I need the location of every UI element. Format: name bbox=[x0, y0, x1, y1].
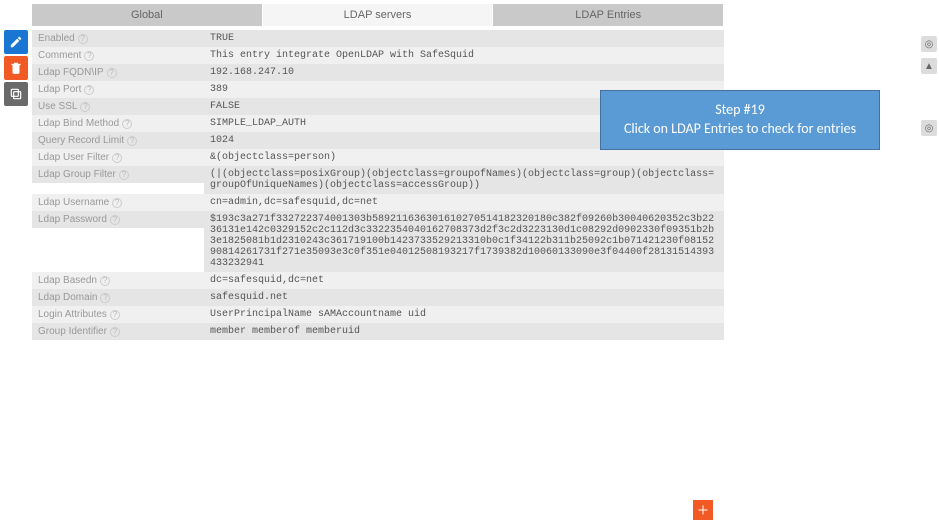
label-basedn: Ldap Basedn bbox=[38, 275, 97, 286]
scroll-controls: ◎ ▲ ◎ bbox=[919, 4, 939, 340]
copy-button[interactable] bbox=[4, 82, 28, 106]
help-icon[interactable]: ? bbox=[122, 119, 132, 129]
help-icon[interactable]: ? bbox=[84, 51, 94, 61]
value-username: cn=admin,dc=safesquid,dc=net bbox=[204, 194, 724, 211]
label-comment: Comment bbox=[38, 50, 81, 61]
label-domain: Ldap Domain bbox=[38, 292, 97, 303]
value-groupid: member memberof memberuid bbox=[204, 323, 724, 340]
help-icon[interactable]: ? bbox=[110, 310, 120, 320]
value-password: $193c3a271f332722374001303b5892116363016… bbox=[204, 211, 724, 272]
label-password: Ldap Password bbox=[38, 214, 107, 225]
label-bind: Ldap Bind Method bbox=[38, 118, 119, 129]
value-groupfilter: (|(objectclass=posixGroup)(objectclass=g… bbox=[204, 166, 724, 194]
plus-icon bbox=[697, 504, 709, 516]
help-icon[interactable]: ? bbox=[110, 327, 120, 337]
value-enabled: TRUE bbox=[204, 30, 724, 47]
label-userfilter: Ldap User Filter bbox=[38, 152, 109, 163]
value-loginattr: UserPrincipalName sAMAccountname uid bbox=[204, 306, 724, 323]
action-sidebar bbox=[4, 4, 32, 340]
tab-ldap-entries[interactable]: LDAP Entries bbox=[493, 4, 724, 26]
label-enabled: Enabled bbox=[38, 33, 75, 44]
callout-body: Click on LDAP Entries to check for entri… bbox=[617, 120, 863, 139]
value-comment: This entry integrate OpenLDAP with SafeS… bbox=[204, 47, 724, 64]
edit-button[interactable] bbox=[4, 30, 28, 54]
value-fqdn: 192.168.247.10 bbox=[204, 64, 724, 81]
step-callout: Step #19 Click on LDAP Entries to check … bbox=[600, 90, 880, 150]
help-icon[interactable]: ? bbox=[80, 102, 90, 112]
help-icon[interactable]: ? bbox=[112, 153, 122, 163]
scroll-up-icon[interactable]: ▲ bbox=[921, 58, 937, 74]
help-icon[interactable]: ? bbox=[127, 136, 137, 146]
value-domain: safesquid.net bbox=[204, 289, 724, 306]
target-icon[interactable]: ◎ bbox=[921, 120, 937, 136]
value-basedn: dc=safesquid,dc=net bbox=[204, 272, 724, 289]
help-icon[interactable]: ? bbox=[107, 68, 117, 78]
label-port: Ldap Port bbox=[38, 84, 81, 95]
help-icon[interactable]: ? bbox=[119, 170, 129, 180]
help-icon[interactable]: ? bbox=[78, 34, 88, 44]
value-userfilter: &(objectclass=person) bbox=[204, 149, 724, 166]
label-limit: Query Record Limit bbox=[38, 135, 124, 146]
label-groupfilter: Ldap Group Filter bbox=[38, 169, 116, 180]
help-icon[interactable]: ? bbox=[100, 276, 110, 286]
help-icon[interactable]: ? bbox=[110, 215, 120, 225]
help-icon[interactable]: ? bbox=[112, 198, 122, 208]
label-fqdn: Ldap FQDN\IP bbox=[38, 67, 104, 78]
tab-global[interactable]: Global bbox=[32, 4, 263, 26]
label-username: Ldap Username bbox=[38, 197, 109, 208]
label-ssl: Use SSL bbox=[38, 101, 77, 112]
tab-bar: Global LDAP servers LDAP Entries bbox=[32, 4, 724, 26]
label-groupid: Group Identifier bbox=[38, 326, 107, 337]
target-icon[interactable]: ◎ bbox=[921, 36, 937, 52]
callout-title: Step #19 bbox=[617, 101, 863, 120]
help-icon[interactable]: ? bbox=[84, 85, 94, 95]
tab-ldap-servers[interactable]: LDAP servers bbox=[263, 4, 494, 26]
add-button[interactable] bbox=[693, 500, 713, 520]
delete-button[interactable] bbox=[4, 56, 28, 80]
help-icon[interactable]: ? bbox=[100, 293, 110, 303]
label-loginattr: Login Attributes bbox=[38, 309, 107, 320]
config-table: Enabled? TRUE Comment? This entry integrat… bbox=[32, 30, 724, 340]
